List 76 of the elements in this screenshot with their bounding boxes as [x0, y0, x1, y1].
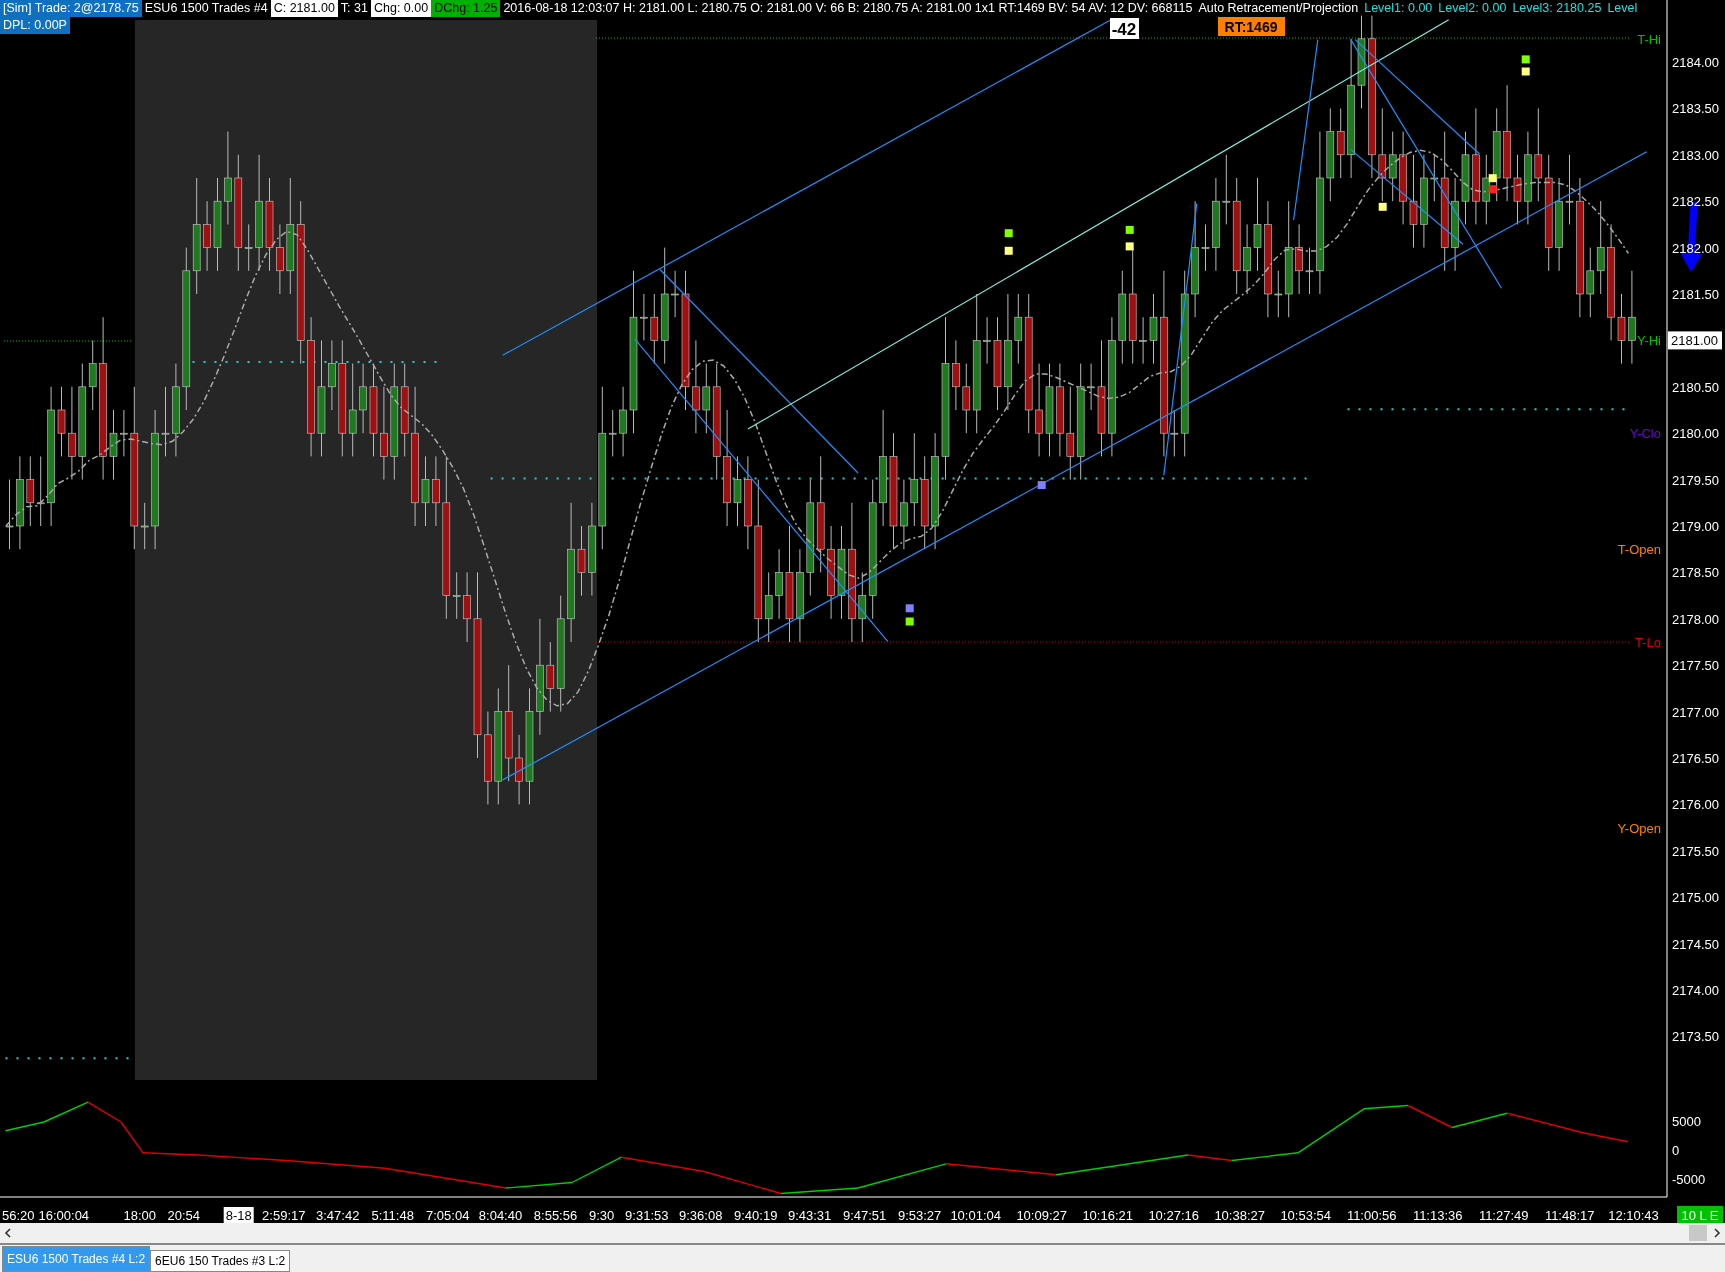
price-label: 2177.00 [1672, 704, 1719, 720]
price-label: 2174.50 [1672, 936, 1719, 952]
time-label: 3:47:42 [316, 1208, 360, 1223]
price-label: 2182.50 [1672, 194, 1719, 210]
oscillator-label: 0 [1672, 1143, 1680, 1158]
price-label: 2180.50 [1672, 379, 1719, 395]
time-label: 11:13:36 [1412, 1208, 1463, 1223]
price-label: 2173.50 [1672, 1029, 1719, 1045]
oscillator-label: -5000 [1672, 1172, 1706, 1187]
time-label: 9:40:19 [734, 1208, 778, 1223]
time-label: 8:55:56 [533, 1208, 578, 1223]
time-label: 11:00:56 [1346, 1208, 1397, 1223]
time-label: 9:53:27 [897, 1208, 942, 1223]
account-label: [Sim] Trade: 2@2178.75 [0, 0, 142, 17]
price-label: 2178.50 [1672, 565, 1719, 581]
bar-count-marker: -42 [1110, 18, 1139, 39]
price-label: 2179.00 [1672, 519, 1719, 534]
time-label: 8:04:40 [478, 1208, 523, 1223]
price-label: 2174.00 [1672, 983, 1719, 998]
quote-info: 2016-08-18 12:03:07 H: 2181.00 L: 2180.75 O: 2181.00 V: 66 B: 2180.75 A: 2181.00 1x1 RT:1469 BV: 54 AV: 12 DV: 668115 [502, 0, 1194, 17]
time-label: 9:30 [589, 1208, 615, 1223]
level-value: Level2: 0.00 [1437, 0, 1508, 17]
price-label: 2180.00 [1672, 426, 1719, 442]
price-label: 2177.50 [1672, 658, 1719, 674]
time-label: 20:54 [167, 1208, 200, 1223]
time-label: 9:47:51 [842, 1208, 887, 1223]
time-label: 10:27:16 [1148, 1208, 1199, 1223]
level-value: Level3: 2180.25 [1511, 0, 1603, 17]
day-change-label: DChg: 1.25 [431, 0, 501, 17]
time-label: 10:01:04 [950, 1208, 1001, 1223]
time-label: 10:53:54 [1280, 1208, 1331, 1223]
level-label: Y-Clo [1629, 426, 1661, 442]
price-label: 2179.50 [1672, 472, 1719, 488]
time-label: 11:27:49 [1478, 1208, 1529, 1223]
price-label: 2176.50 [1672, 751, 1719, 766]
level-label: T-Open [1617, 542, 1661, 558]
time-label: 9:36:08 [679, 1208, 723, 1223]
price-label: 2175.50 [1672, 843, 1719, 859]
time-label: 10:16:21 [1082, 1208, 1133, 1223]
time-label: 16:00:04 [38, 1208, 90, 1223]
level-value: Level1: 0.00 [1363, 0, 1434, 17]
time-label: 7:05:04 [426, 1208, 470, 1223]
time-label: 2:59:17 [262, 1208, 306, 1223]
time-label: 10:09:27 [1016, 1208, 1067, 1223]
time-label: 9:31:53 [625, 1208, 669, 1223]
price-label: 2181.50 [1672, 287, 1719, 302]
date-label: 8-18 [223, 1207, 254, 1223]
price-label: 2175.00 [1672, 890, 1719, 906]
time-label: 56:20 [2, 1208, 35, 1223]
price-label: 2184.00 [1672, 55, 1719, 70]
time-label: 10:38:27 [1214, 1208, 1265, 1223]
time-label: 12:10:43 [1608, 1208, 1659, 1223]
price-label: 2183.00 [1672, 147, 1719, 163]
level-label: Y-Open [1617, 820, 1661, 836]
dpl-label: DPL: 0.00P [0, 17, 70, 34]
rt-marker: RT:1469 [1218, 17, 1285, 36]
symbol-label: ESU6 1500 Trades #4 [143, 0, 269, 17]
level-label: Y-Hi [1636, 333, 1661, 349]
level-label: T-Lo [1635, 635, 1661, 650]
price-label: 2178.00 [1672, 611, 1719, 627]
price-label: 2176.00 [1672, 797, 1719, 813]
time-label: 5:11:48 [371, 1208, 414, 1223]
time-label: 11:48:17 [1544, 1208, 1595, 1223]
price-label: 2183.50 [1672, 101, 1719, 117]
change-label: Chg: 0.00 [370, 0, 432, 17]
close-label: C: 2181.00 [270, 0, 338, 17]
oscillator-label: 5000 [1672, 1114, 1701, 1129]
time-label: 9:43:31 [787, 1208, 832, 1223]
trades-label: T: 31 [339, 0, 369, 17]
status-badge: 10 L E [1677, 1206, 1723, 1223]
level-label: T-Hi [1637, 31, 1661, 47]
current-price-label: 2181.00 [1668, 331, 1722, 350]
level-value: Level [1606, 0, 1639, 17]
chart-tab[interactable]: 6EU6 150 Trades #3 L:2 [150, 1250, 291, 1272]
study-name: Auto Retracement/Projection [1197, 0, 1360, 17]
time-label: 18:00 [123, 1208, 156, 1223]
